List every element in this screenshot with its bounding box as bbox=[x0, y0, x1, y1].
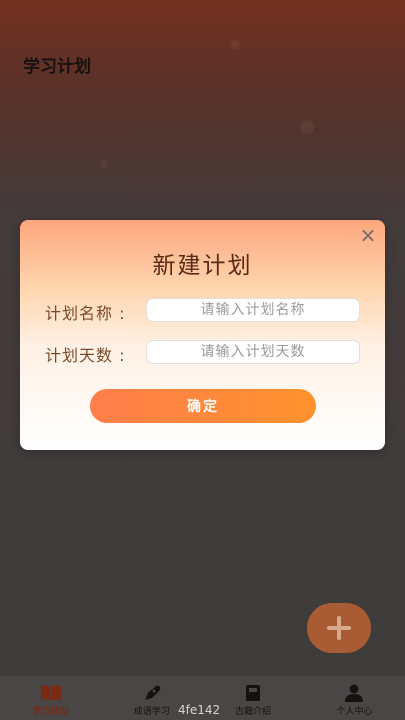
new-plan-dialog: × 新建计划 计划名称 : 计划天数 : 确定 bbox=[20, 220, 385, 450]
tab-label: 古籍介绍 bbox=[235, 707, 272, 717]
tab-label: 成语学习 bbox=[133, 707, 170, 717]
tab-label: 学习计划 bbox=[32, 707, 69, 717]
book-stack-icon bbox=[246, 685, 261, 701]
tab-label: 个人中心 bbox=[336, 707, 373, 717]
dialog-title: 新建计划 bbox=[152, 253, 253, 279]
watermark-text: 4fe142 bbox=[178, 703, 221, 717]
plan-days-label: 计划天数 : bbox=[45, 346, 126, 365]
user-icon bbox=[345, 684, 364, 702]
plus-icon bbox=[327, 616, 351, 640]
book-icon bbox=[40, 685, 61, 701]
plan-name-label: 计划名称 : bbox=[45, 304, 126, 323]
plan-days-input[interactable] bbox=[146, 340, 360, 364]
close-icon[interactable]: × bbox=[359, 225, 377, 245]
tab-study-plan[interactable]: 学习计划 bbox=[0, 676, 101, 720]
pen-icon bbox=[144, 685, 161, 700]
add-plan-button[interactable] bbox=[307, 603, 371, 653]
confirm-button[interactable]: 确定 bbox=[90, 389, 316, 423]
tab-profile[interactable]: 个人中心 bbox=[304, 676, 405, 720]
plan-name-input[interactable] bbox=[146, 298, 360, 322]
